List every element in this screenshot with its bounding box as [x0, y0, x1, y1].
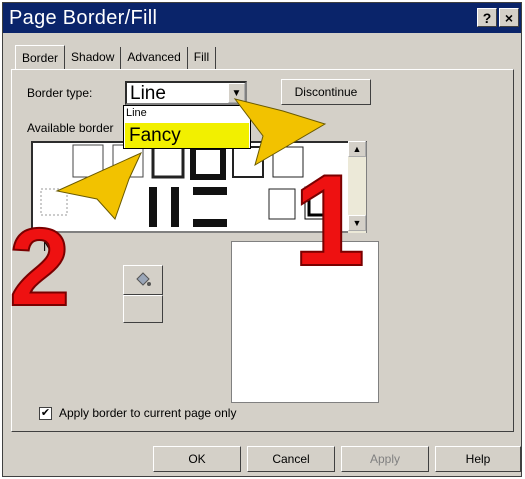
option-line[interactable]: Line [126, 107, 147, 119]
border-swatch-thick [190, 144, 226, 180]
apply-border-checkbox[interactable]: ✔ [39, 407, 52, 420]
available-border-list[interactable] [31, 141, 367, 233]
border-swatch-bar-bottom [193, 219, 227, 227]
apply-button[interactable]: Apply [341, 446, 429, 472]
page-border-fill-dialog: Page Border/Fill ? × Border Shadow Advan… [2, 2, 522, 477]
chevron-down-icon[interactable]: ▼ [228, 83, 245, 103]
border-swatch-dotted [40, 188, 68, 216]
color-button[interactable] [123, 295, 163, 323]
tab-shadow[interactable]: Shadow [65, 47, 122, 69]
scroll-down-icon[interactable]: ▼ [348, 215, 366, 231]
window-title: Page Border/Fill [9, 6, 158, 29]
border-swatch-double-inner [307, 189, 333, 217]
help-icon[interactable]: ? [477, 8, 497, 27]
ok-button[interactable]: OK [153, 446, 241, 472]
no-border-label: No [43, 239, 60, 254]
border-swatches [40, 144, 336, 227]
tab-border[interactable]: Border [15, 45, 66, 69]
help-button[interactable]: Help [435, 446, 521, 472]
border-swatch-thin-2 [112, 144, 144, 178]
border-swatch-bar-top [193, 187, 227, 195]
border-type-select[interactable]: Line ▼ [125, 81, 247, 105]
border-swatch-medium-2 [232, 146, 264, 178]
border-swatch-medium [151, 145, 185, 179]
cancel-button[interactable]: Cancel [247, 446, 335, 472]
close-icon[interactable]: × [499, 8, 519, 27]
border-swatch-single [268, 188, 296, 220]
border-swatch-bar-left [149, 187, 157, 227]
tab-strip: Border Shadow Advanced Fill [15, 45, 217, 69]
border-type-value: Line [130, 83, 166, 104]
border-list-scrollbar[interactable]: ▲ ▼ [348, 141, 366, 233]
title-bar: Page Border/Fill ? × [3, 3, 521, 33]
border-swatch-bar-mid [171, 187, 179, 227]
paint-bucket-button[interactable] [123, 265, 163, 295]
paint-bucket-icon [136, 272, 151, 286]
border-type-dropdown[interactable]: Line Fancy [123, 105, 251, 149]
tab-advanced[interactable]: Advanced [121, 47, 188, 69]
apply-border-label: Apply border to current page only [59, 406, 237, 420]
tab-fill[interactable]: Fill [188, 47, 217, 69]
discontinue-button[interactable]: Discontinue [281, 79, 371, 105]
border-swatch-thin [72, 144, 104, 178]
border-type-label: Border type: [27, 86, 93, 100]
option-fancy[interactable]: Fancy [125, 123, 249, 148]
border-preview [231, 241, 379, 403]
scroll-up-icon[interactable]: ▲ [348, 141, 366, 157]
available-border-label: Available border [27, 121, 114, 135]
border-swatch-thin-3 [272, 146, 304, 178]
